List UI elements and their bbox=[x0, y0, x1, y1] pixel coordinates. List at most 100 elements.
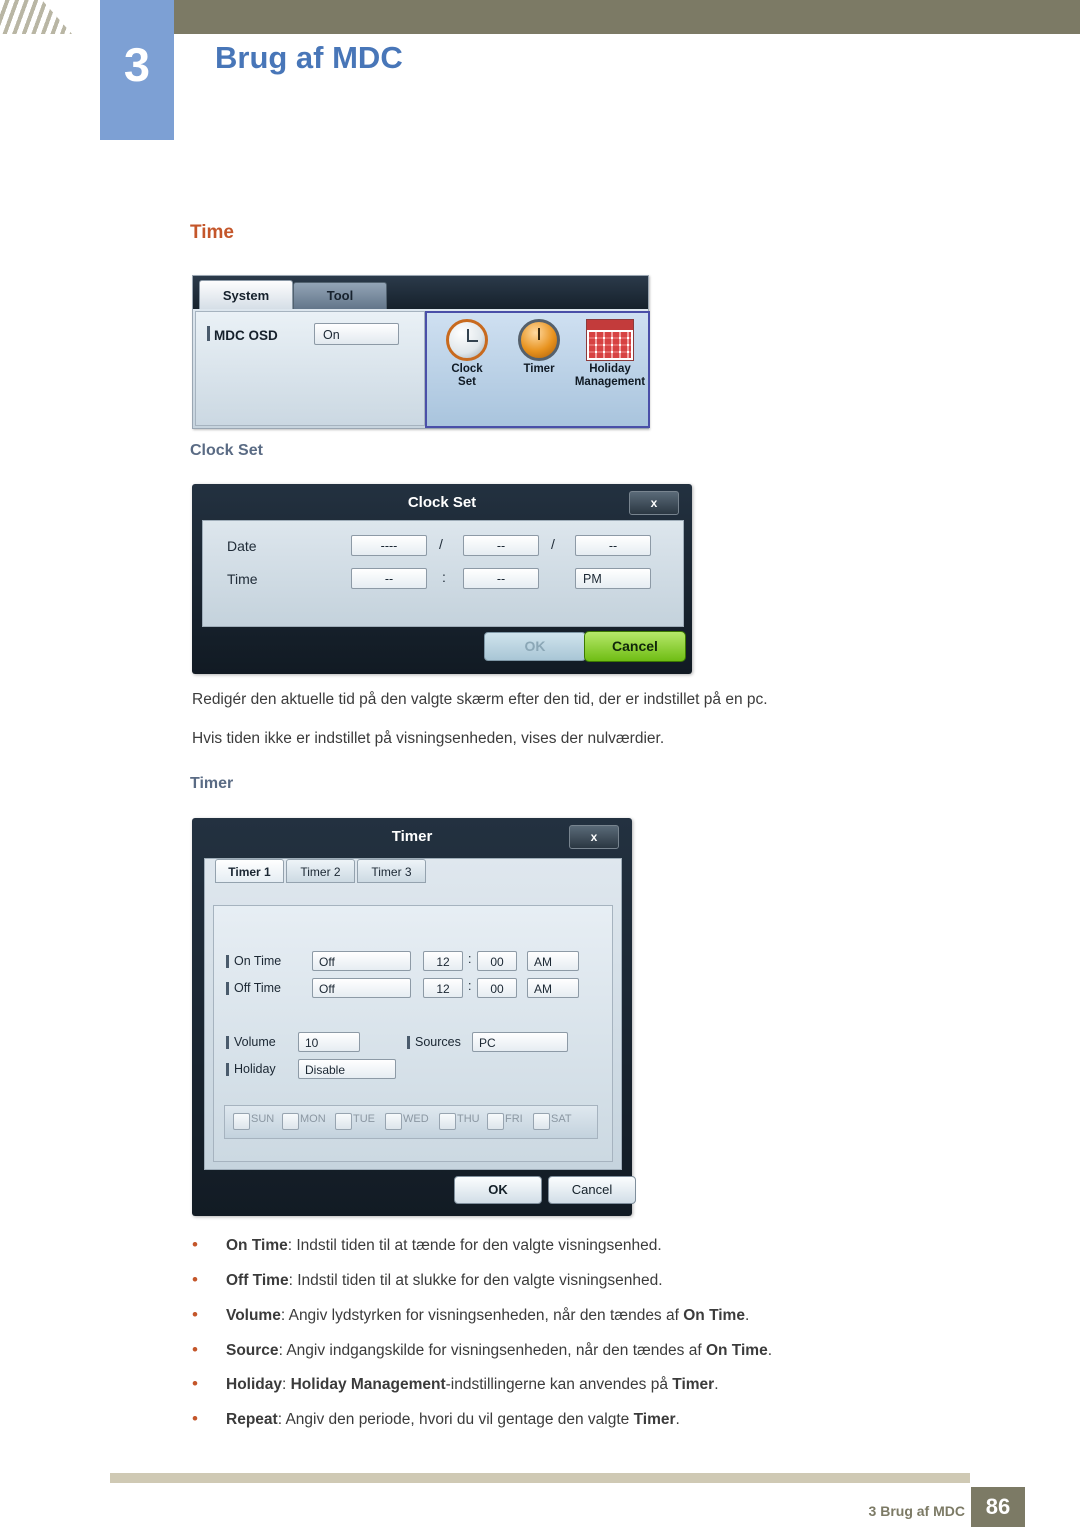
paragraph-clock-set-2: Hvis tiden ikke er indstillet på visning… bbox=[192, 730, 665, 747]
volume-stepper[interactable]: 10 bbox=[298, 1032, 360, 1052]
bullet-term-on-time: On Time bbox=[226, 1237, 288, 1254]
timer-settings-panel: On Time Off 12 : 00 AM Off Time Off 12 :… bbox=[213, 905, 613, 1162]
calendar-grid bbox=[589, 332, 631, 358]
date-month-spinner[interactable]: -- bbox=[463, 535, 539, 556]
bullet-text-holiday-2: -indstillingerne kan anvendes på bbox=[445, 1376, 673, 1393]
clock-icon bbox=[446, 319, 488, 361]
header-corner-triangle bbox=[42, 0, 72, 34]
off-time-meridiem-select[interactable]: AM bbox=[527, 978, 579, 998]
bullet-on-time: • On Time: Indstil tiden til at tænde for… bbox=[192, 1235, 662, 1255]
tab-timer-1[interactable]: Timer 1 bbox=[215, 859, 284, 883]
bullet-text-holiday-3: . bbox=[714, 1376, 719, 1393]
on-time-hour-spinner[interactable]: 12 bbox=[423, 951, 463, 971]
holiday-marker bbox=[226, 1063, 229, 1076]
bullet-dot-icon: • bbox=[192, 1374, 198, 1393]
date-year-spinner[interactable]: ---- bbox=[351, 535, 427, 556]
footer-divider bbox=[110, 1473, 970, 1483]
day-label-thu: THU bbox=[457, 1113, 480, 1125]
off-time-marker bbox=[226, 982, 229, 995]
bullet-term-repeat: Repeat bbox=[226, 1411, 278, 1428]
chapter-number: 3 bbox=[123, 38, 151, 91]
on-time-select[interactable]: Off bbox=[312, 951, 411, 971]
tab-timer-3[interactable]: Timer 3 bbox=[357, 859, 426, 883]
timer-dialog-body: Timer 1 Timer 2 Timer 3 On Time Off 12 :… bbox=[204, 858, 622, 1170]
meridiem-select[interactable]: PM bbox=[575, 568, 651, 589]
off-time-hour-spinner[interactable]: 12 bbox=[423, 978, 463, 998]
off-time-label: Off Time bbox=[234, 981, 282, 995]
on-time-marker bbox=[226, 955, 229, 968]
time-minute-spinner[interactable]: -- bbox=[463, 568, 539, 589]
timer-cancel-button[interactable]: Cancel bbox=[548, 1176, 636, 1204]
clock-set-cancel-button[interactable]: Cancel bbox=[584, 631, 686, 662]
calendar-header bbox=[587, 320, 633, 330]
bullet-text-volume: : Angiv lydstyrken for visningsenheden, … bbox=[280, 1307, 684, 1324]
close-icon[interactable]: x bbox=[629, 491, 679, 515]
day-label-tue: TUE bbox=[353, 1113, 375, 1125]
bullet-dot-icon: • bbox=[192, 1235, 198, 1254]
bullet-text-repeat-2: . bbox=[675, 1411, 680, 1428]
on-time-minute-spinner[interactable]: 00 bbox=[477, 951, 517, 971]
day-label-fri: FRI bbox=[505, 1113, 523, 1125]
checkbox-tue[interactable] bbox=[335, 1113, 352, 1130]
holiday-management-button[interactable]: Holiday Management bbox=[573, 319, 647, 389]
clock-set-ok-button[interactable]: OK bbox=[484, 632, 586, 661]
tab-system[interactable]: System bbox=[199, 280, 293, 310]
date-day-spinner[interactable]: -- bbox=[575, 535, 651, 556]
holiday-calendar-icon bbox=[586, 319, 634, 361]
mdc-osd-select[interactable]: On bbox=[314, 323, 399, 345]
timer-button[interactable]: Timer bbox=[503, 319, 575, 376]
timer-icon bbox=[518, 319, 560, 361]
timer-ok-button[interactable]: OK bbox=[454, 1176, 542, 1204]
checkbox-sun[interactable] bbox=[233, 1113, 250, 1130]
on-time-meridiem-select[interactable]: AM bbox=[527, 951, 579, 971]
weekday-checkbox-row: SUN MON TUE WED THU FRI SAT bbox=[224, 1105, 598, 1139]
mdc-osd-label: MDC OSD bbox=[214, 328, 278, 343]
bullet-text-on-time: : Indstil tiden til at tænde for den val… bbox=[287, 1237, 662, 1254]
day-label-mon: MON bbox=[300, 1113, 326, 1125]
on-time-label: On Time bbox=[234, 954, 282, 968]
clock-set-dialog-screenshot: Clock Set x Date ---- / -- / -- Time -- … bbox=[192, 484, 692, 674]
mdc-osd-marker bbox=[207, 326, 210, 341]
day-label-sun: SUN bbox=[251, 1113, 275, 1125]
close-icon[interactable]: x bbox=[569, 825, 619, 849]
subsection-title-clock-set: Clock Set bbox=[190, 442, 263, 459]
page-title: Brug af MDC bbox=[215, 40, 403, 75]
sources-select[interactable]: PC bbox=[472, 1032, 568, 1052]
bullet-text-holiday: : bbox=[281, 1376, 291, 1393]
off-time-select[interactable]: Off bbox=[312, 978, 411, 998]
off-time-minute-spinner[interactable]: 00 bbox=[477, 978, 517, 998]
bullet-dot-icon: • bbox=[192, 1409, 198, 1428]
bullet-holiday: • Holiday: Holiday Management-indstilling… bbox=[192, 1374, 719, 1394]
panel-body: MDC OSD On Clock Set Timer Holiday Manag… bbox=[193, 309, 650, 428]
checkbox-thu[interactable] bbox=[439, 1113, 456, 1130]
bullet-term-off-time: Off Time bbox=[226, 1272, 289, 1289]
holiday-select[interactable]: Disable bbox=[298, 1059, 396, 1079]
bullet-text-source: : Angiv indgangskilde for visningsenhede… bbox=[278, 1342, 706, 1359]
sources-marker bbox=[407, 1036, 410, 1049]
bullet-text-source-2: . bbox=[767, 1342, 773, 1359]
checkbox-wed[interactable] bbox=[385, 1113, 402, 1130]
date-separator-1: / bbox=[439, 536, 443, 552]
paragraph-clock-set-1: Redigér den aktuelle tid på den valgte s… bbox=[192, 691, 768, 708]
time-label: Time bbox=[227, 571, 258, 587]
tab-tool[interactable]: Tool bbox=[293, 282, 387, 309]
bullet-text-volume-2: . bbox=[744, 1307, 750, 1324]
time-separator: : bbox=[442, 569, 446, 585]
bullet-volume: • Volume: Angiv lydstyrken for visningsen… bbox=[192, 1305, 749, 1325]
bullet-term-source: Source bbox=[226, 1342, 279, 1359]
clock-set-button[interactable]: Clock Set bbox=[431, 319, 503, 389]
day-label-wed: WED bbox=[403, 1113, 429, 1125]
volume-label: Volume bbox=[234, 1035, 276, 1049]
clock-set-label-line2: Set bbox=[458, 376, 476, 388]
header-left-white bbox=[0, 0, 100, 34]
bullet-term-holiday-3: Timer bbox=[672, 1376, 715, 1393]
checkbox-fri[interactable] bbox=[487, 1113, 504, 1130]
off-time-colon: : bbox=[468, 979, 472, 993]
time-hour-spinner[interactable]: -- bbox=[351, 568, 427, 589]
system-tool-panel-screenshot: System Tool MDC OSD On Clock Set Timer H… bbox=[192, 275, 650, 429]
date-label: Date bbox=[227, 538, 257, 554]
clock-set-dialog-title: Clock Set bbox=[407, 494, 477, 511]
tab-timer-2[interactable]: Timer 2 bbox=[286, 859, 355, 883]
checkbox-mon[interactable] bbox=[282, 1113, 299, 1130]
checkbox-sat[interactable] bbox=[533, 1113, 550, 1130]
